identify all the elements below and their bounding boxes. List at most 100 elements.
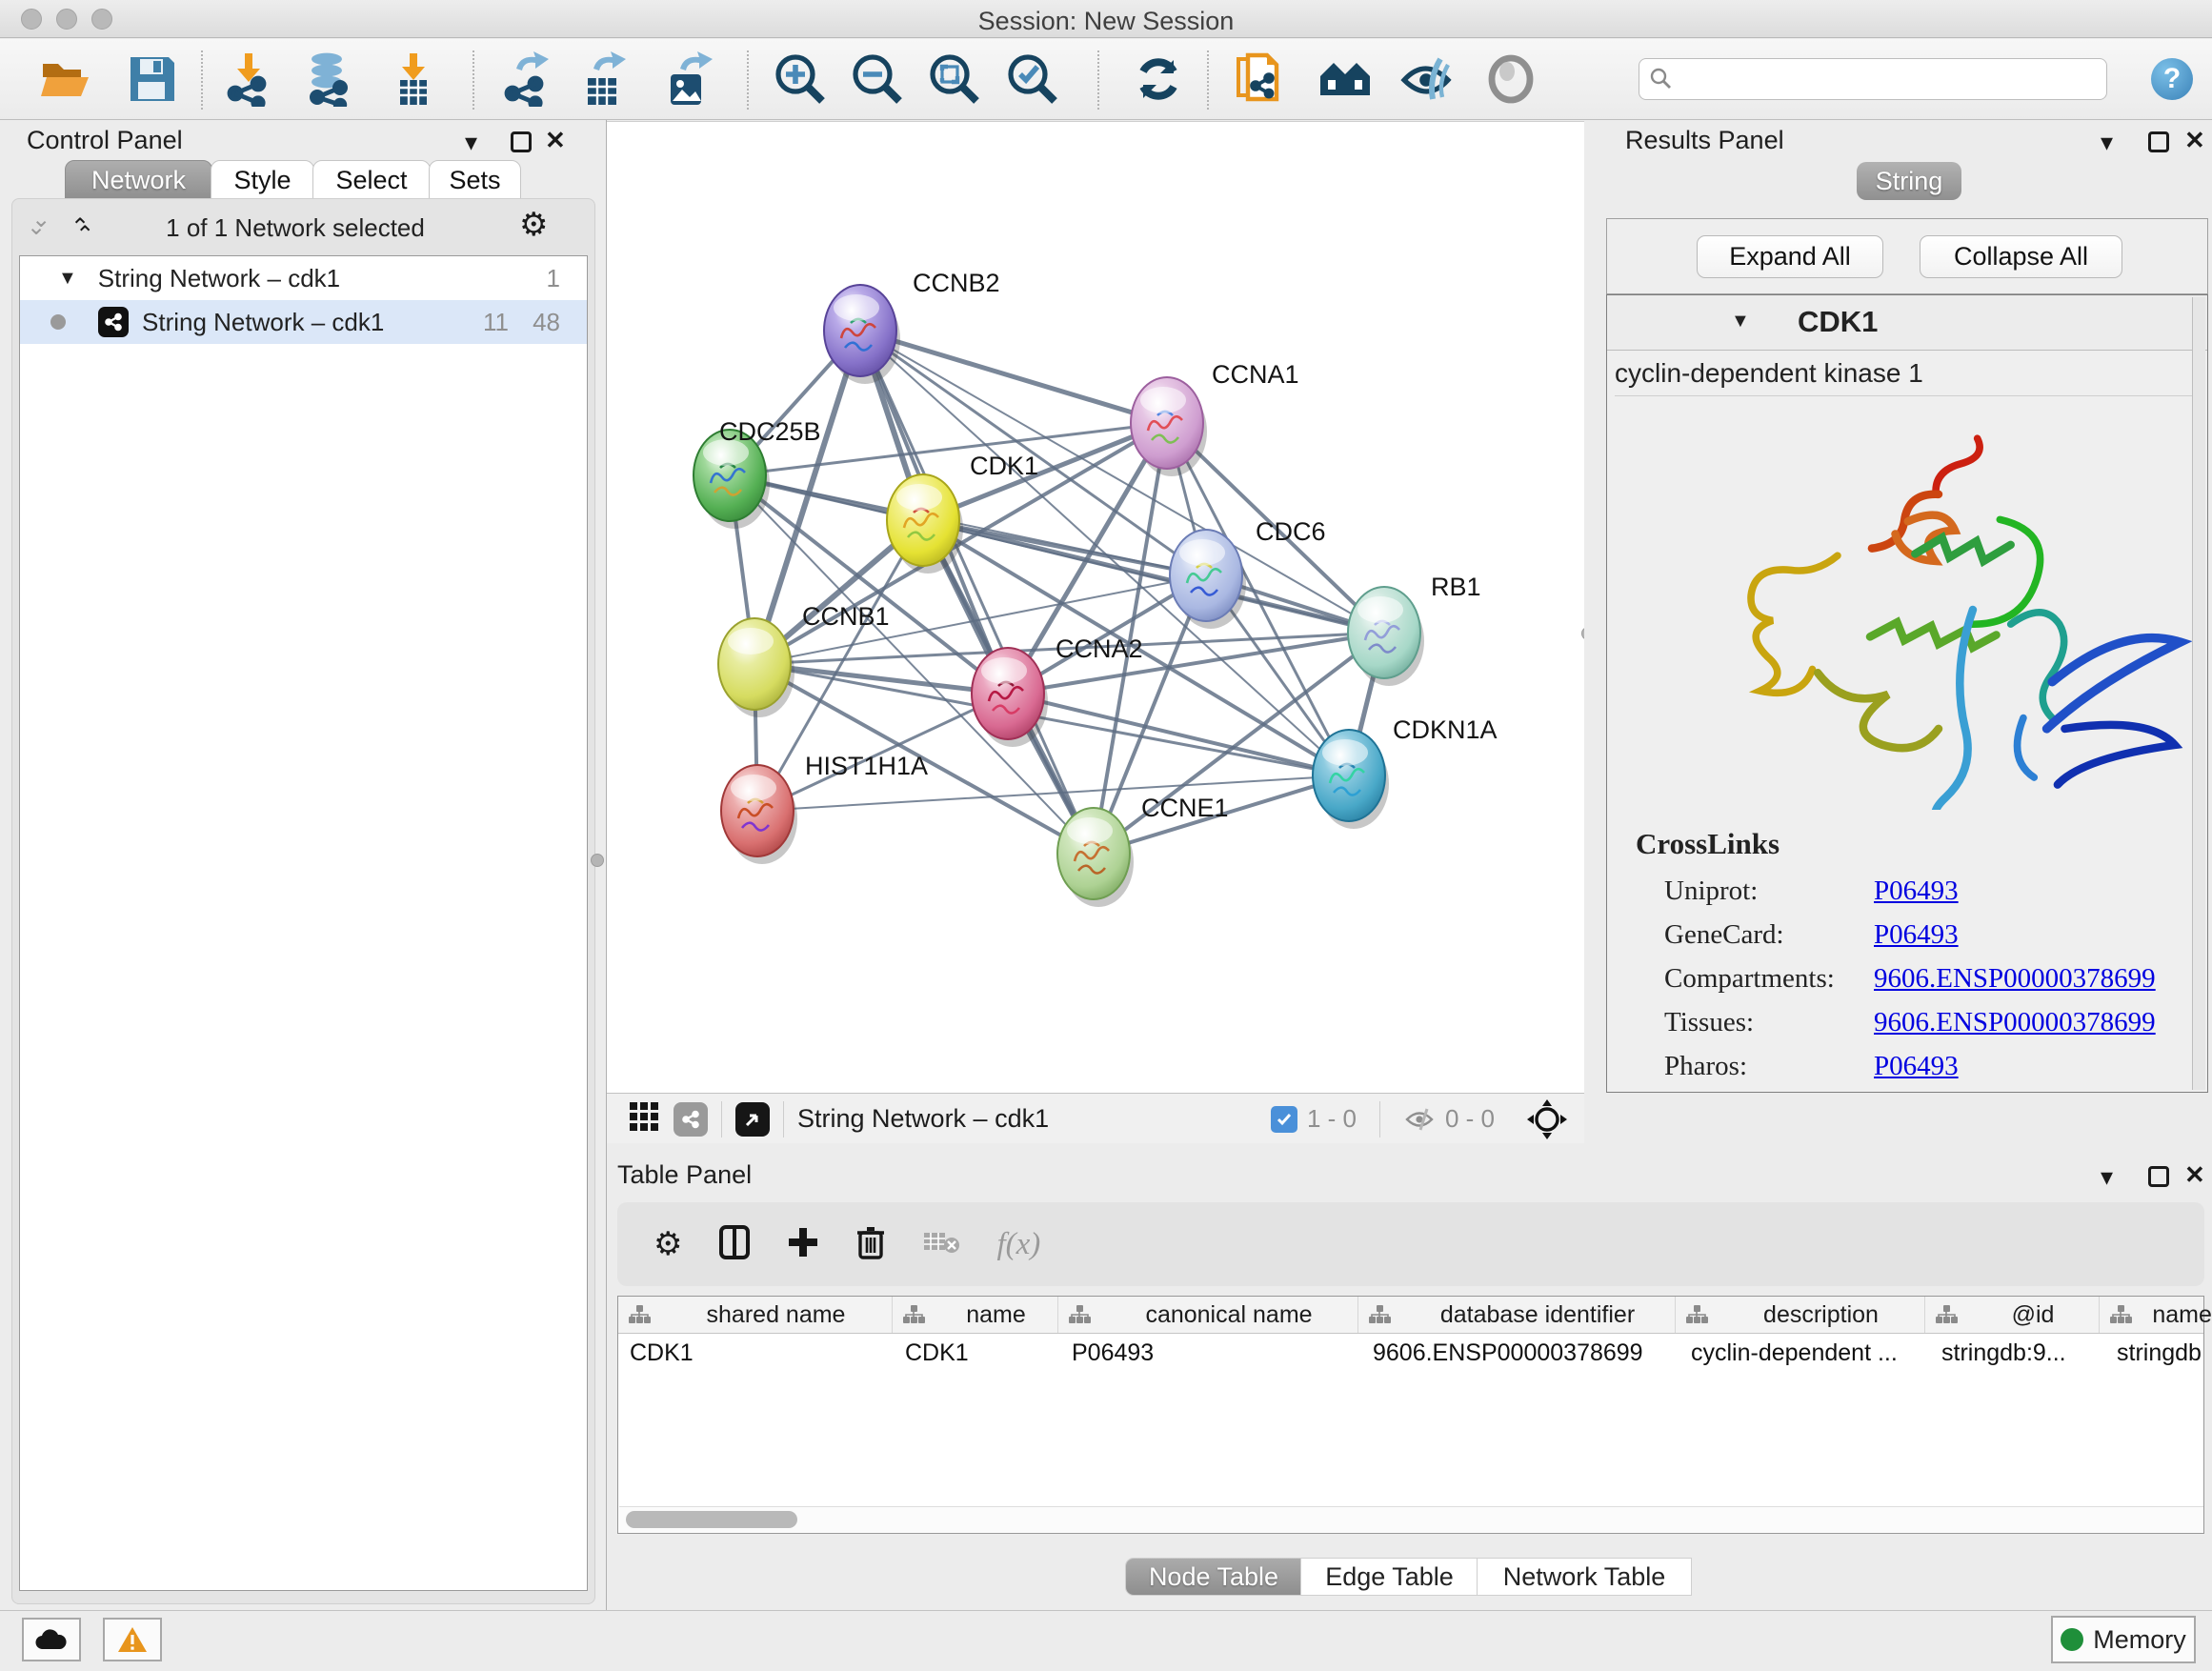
zoom-out-button[interactable] — [847, 49, 908, 110]
zoom-out-icon — [850, 51, 905, 107]
birdseye-grid-button[interactable] — [628, 1100, 660, 1137]
network-canvas[interactable]: CCNB2CCNA1CDC25BCDK1CDC6RB1CCNB1CCNA2CDK… — [607, 121, 1584, 1093]
network-node-HIST1H1A[interactable]: HIST1H1A — [721, 752, 928, 864]
memory-status-dot — [2061, 1628, 2083, 1651]
network-node-RB1[interactable]: RB1 — [1348, 573, 1481, 686]
zoom-in-button[interactable] — [770, 49, 831, 110]
collapse-all-button[interactable]: Collapse All — [1920, 235, 2122, 278]
float-panel-button[interactable]: ▾ — [465, 128, 477, 157]
close-panel-button[interactable]: ✕ — [545, 126, 566, 155]
column-header-database-identifier[interactable]: database identifier — [1358, 1297, 1676, 1333]
refresh-button[interactable] — [1128, 49, 1189, 110]
show-hide-button[interactable] — [1396, 49, 1457, 110]
export-table-button[interactable] — [572, 49, 633, 110]
column-header-name[interactable]: name — [893, 1297, 1058, 1333]
table-panel: Table Panel ▾ ✕ ⚙ f(x) shared namenameca… — [607, 1143, 2212, 1610]
tab-string[interactable]: String — [1857, 162, 1961, 200]
help-button[interactable]: ? — [2151, 58, 2193, 100]
column-header-description[interactable]: description — [1676, 1297, 1925, 1333]
cloud-status-button[interactable] — [22, 1618, 81, 1661]
tab-network[interactable]: Network — [65, 160, 212, 200]
crosslink-link[interactable]: P06493 — [1874, 919, 1959, 951]
table-row[interactable]: CDK1CDK1P064939606.ENSP00000378699cyclin… — [618, 1334, 2203, 1372]
zoom-fit-button[interactable] — [924, 49, 985, 110]
crosslink-link[interactable]: P06493 — [1874, 1051, 1959, 1082]
maximize-table-button[interactable] — [2148, 1166, 2169, 1187]
search-input[interactable] — [1674, 65, 2087, 93]
export-network-button[interactable] — [494, 49, 555, 110]
save-session-button[interactable] — [122, 49, 183, 110]
import-network-file-button[interactable] — [217, 49, 278, 110]
network-node-CCNE1[interactable]: CCNE1 — [1057, 794, 1229, 907]
crosslink-link[interactable]: 9606.ENSP00000378699 — [1874, 963, 2156, 995]
results-panel-title: Results Panel — [1625, 126, 1784, 155]
protein-structure-image — [1702, 410, 2207, 810]
results-scrollbar[interactable] — [2192, 297, 2205, 1090]
add-column-button[interactable] — [787, 1226, 819, 1263]
tab-select[interactable]: Select — [312, 160, 431, 200]
hidden-counts: 0 - 0 — [1445, 1104, 1495, 1134]
collapse-triangle-icon[interactable]: ▼ — [58, 268, 77, 290]
first-neighbors-button[interactable] — [1315, 49, 1376, 110]
maximize-panel-button[interactable] — [511, 131, 532, 152]
node-count: 11 — [483, 308, 509, 337]
column-header-canonical-name[interactable]: canonical name — [1058, 1297, 1358, 1333]
crosslink-link[interactable]: 9606.ENSP00000378699 — [1874, 1007, 2156, 1038]
close-results-button[interactable]: ✕ — [2184, 126, 2205, 155]
network-node-CDKN1A[interactable]: CDKN1A — [1313, 715, 1498, 829]
table-body: CDK1CDK1P064939606.ENSP00000378699cyclin… — [618, 1334, 2203, 1372]
clone-network-button[interactable] — [1230, 49, 1291, 110]
cloud-icon — [34, 1628, 69, 1651]
export-image-button[interactable] — [656, 49, 717, 110]
fit-content-crosshair-button[interactable] — [1525, 1097, 1569, 1141]
open-session-button[interactable] — [36, 49, 97, 110]
warnings-button[interactable] — [103, 1618, 162, 1661]
search-box[interactable] — [1639, 58, 2107, 100]
network-node-CCNA1[interactable]: CCNA1 — [1131, 360, 1299, 476]
selected-checkbox-icon[interactable] — [1271, 1106, 1297, 1133]
show-columns-button[interactable] — [718, 1224, 751, 1265]
open-in-window-button[interactable] — [735, 1102, 770, 1137]
tab-sets[interactable]: Sets — [429, 160, 521, 200]
collapse-protein-icon[interactable]: ▼ — [1731, 311, 1750, 332]
crosslink-label: Compartments: — [1664, 963, 1874, 995]
memory-label: Memory — [2093, 1625, 2186, 1655]
table-hscrollbar[interactable] — [619, 1506, 2203, 1532]
float-table-button[interactable]: ▾ — [2101, 1162, 2113, 1192]
tab-edge-table[interactable]: Edge Table — [1300, 1558, 1478, 1596]
close-table-button[interactable]: ✕ — [2184, 1160, 2205, 1190]
network-collection-row[interactable]: ▼ String Network – cdk1 1 — [20, 256, 587, 300]
hscrollbar-thumb[interactable] — [626, 1511, 797, 1528]
float-results-button[interactable]: ▾ — [2101, 128, 2113, 157]
tab-style[interactable]: Style — [211, 160, 314, 200]
tab-network-table[interactable]: Network Table — [1477, 1558, 1692, 1596]
node-label: HIST1H1A — [805, 752, 928, 780]
warning-icon — [116, 1625, 149, 1654]
delete-column-button[interactable] — [855, 1224, 886, 1265]
column-header-namespace[interactable]: namespace — [2100, 1297, 2212, 1333]
import-table-button[interactable] — [382, 49, 443, 110]
collapse-all-tree-button[interactable]: ⌃⌃ — [70, 213, 105, 241]
network-view-toolbar: String Network – cdk1 1 - 0 0 - 0 — [607, 1093, 1584, 1144]
maximize-results-button[interactable] — [2148, 131, 2169, 152]
network-node-CCNA2[interactable]: CCNA2 — [972, 634, 1143, 747]
left-splitter-handle[interactable] — [591, 854, 604, 867]
network-options-gear-button[interactable]: ⚙ — [519, 206, 548, 244]
tab-node-table[interactable]: Node Table — [1125, 1558, 1302, 1596]
zoom-fit-icon — [927, 51, 982, 107]
share-network-button[interactable] — [674, 1102, 708, 1137]
crosslink-link[interactable]: P06493 — [1874, 876, 1959, 907]
highlight-button[interactable] — [1480, 49, 1541, 110]
network-row-selected[interactable]: String Network – cdk1 11 48 — [20, 300, 587, 344]
protein-header-row[interactable]: ▼ CDK1 — [1607, 295, 2207, 351]
zoom-selected-icon — [1005, 51, 1060, 107]
column-header--id[interactable]: @id — [1925, 1297, 2100, 1333]
column-header-shared-name[interactable]: shared name — [618, 1297, 893, 1333]
zoom-selected-button[interactable] — [1002, 49, 1063, 110]
import-network-from-database-button[interactable] — [297, 49, 358, 110]
expand-all-tree-button[interactable]: ⌄⌄ — [27, 213, 61, 241]
table-options-gear-button[interactable]: ⚙ — [654, 1225, 682, 1263]
expand-all-button[interactable]: Expand All — [1697, 235, 1883, 278]
protein-description: cyclin-dependent kinase 1 — [1615, 351, 2200, 396]
memory-button[interactable]: Memory — [2051, 1616, 2196, 1663]
